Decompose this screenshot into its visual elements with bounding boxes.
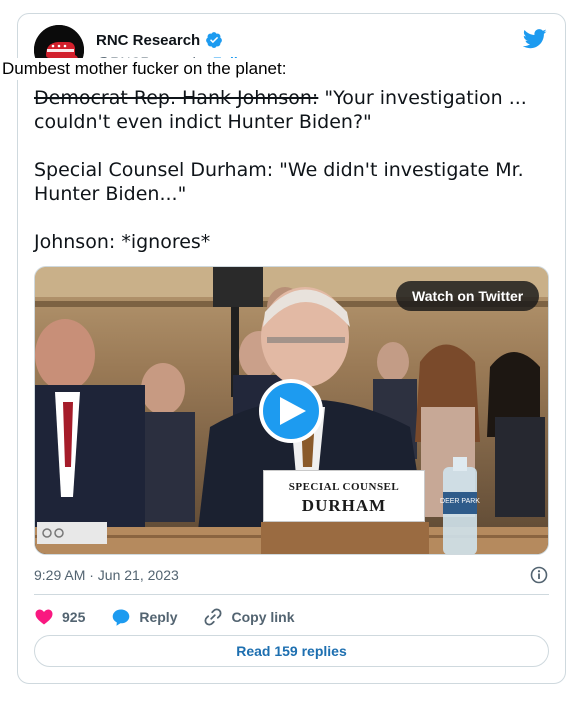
overlay-caption: Dumbest mother fucker on the planet: (0, 58, 289, 80)
tweet-timestamp[interactable]: 9:29 AM · Jun 21, 2023 (34, 567, 179, 583)
action-bar: 925 Reply Copy link (34, 606, 321, 628)
reply-label: Reply (139, 609, 178, 625)
tweet-text: Democrat Rep. Hank Johnson: "Your invest… (34, 86, 544, 278)
heart-icon (35, 609, 53, 625)
author-name[interactable]: RNC Research (96, 32, 200, 49)
copy-link-label: Copy link (231, 609, 295, 625)
verified-badge-icon (205, 31, 223, 49)
play-button[interactable] (259, 379, 323, 443)
tweet-card: RNC Research @RNCResearch · Follow Democ… (17, 13, 566, 684)
tweet-line-2: Special Counsel Durham: "We didn't inves… (34, 159, 524, 205)
video-media[interactable]: DEER PARK Watch on Twitter SPECIAL COUNS… (34, 266, 549, 555)
struck-speaker: Democrat Rep. Hank Johnson: (34, 87, 319, 109)
tweet-line-3: Johnson: *ignores* (34, 231, 211, 253)
author-name-row[interactable]: RNC Research (96, 31, 223, 49)
nameplate: SPECIAL COUNSEL DURHAM (263, 470, 425, 522)
copy-link-button[interactable]: Copy link (203, 607, 295, 627)
divider (34, 594, 549, 595)
like-button[interactable]: 925 (34, 607, 85, 627)
nameplate-name: DURHAM (301, 496, 387, 515)
bottle-label: DEER PARK (440, 498, 480, 505)
read-replies-button[interactable]: Read 159 replies (34, 635, 549, 667)
nameplate-title: SPECIAL COUNSEL (288, 481, 400, 493)
watch-on-twitter-button[interactable]: Watch on Twitter (396, 281, 540, 311)
twitter-bird-icon[interactable] (523, 29, 547, 49)
like-count: 925 (62, 609, 86, 625)
play-icon (280, 397, 306, 425)
info-icon[interactable] (530, 566, 548, 584)
reply-bubble-icon (113, 609, 130, 626)
tweet-line-1: Democrat Rep. Hank Johnson: "Your invest… (34, 86, 544, 134)
link-icon (204, 608, 222, 626)
reply-button[interactable]: Reply (111, 607, 177, 627)
